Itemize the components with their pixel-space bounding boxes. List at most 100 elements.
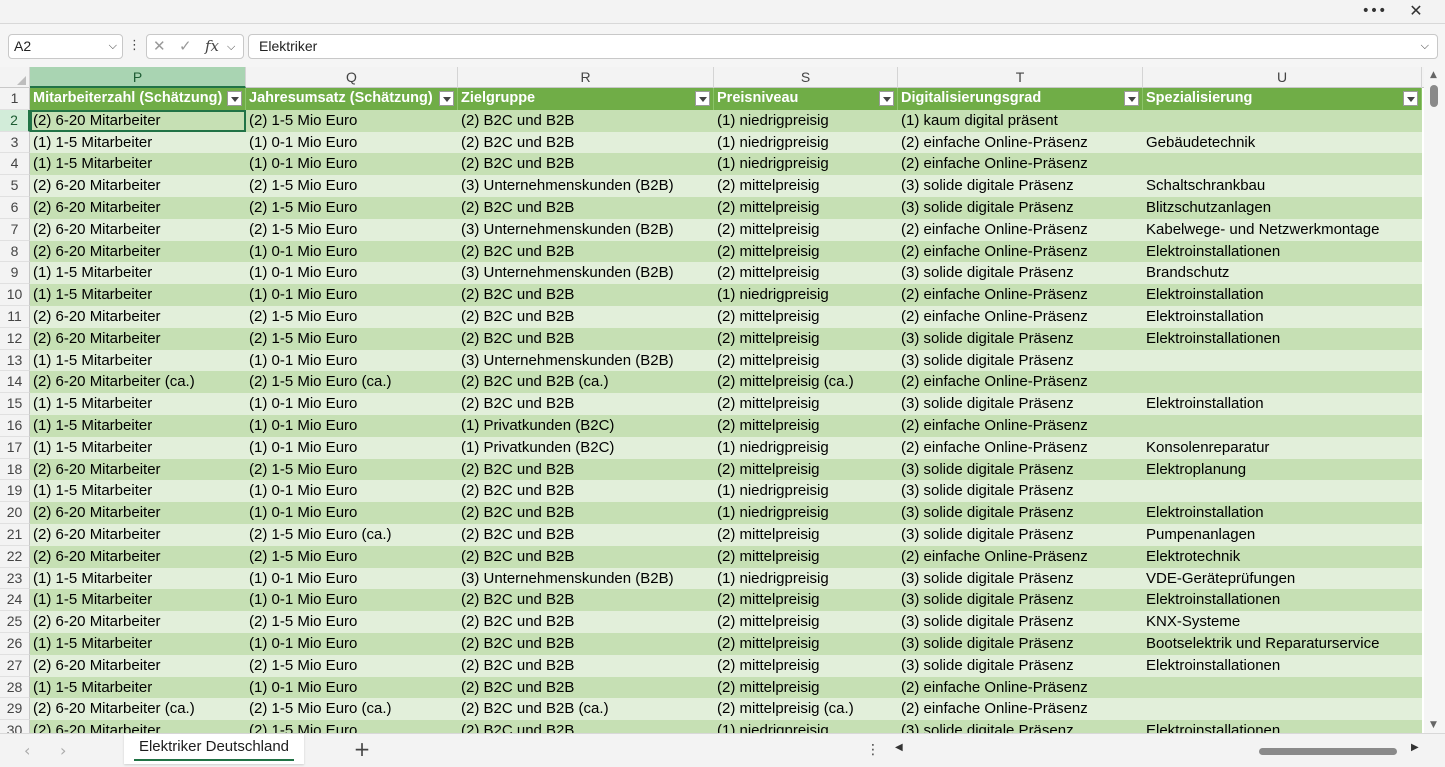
table-cell[interactable]: (1) niedrigpreisig: [714, 436, 898, 459]
table-cell[interactable]: (1) 0-1 Mio Euro: [246, 436, 458, 459]
table-cell[interactable]: (1) 0-1 Mio Euro: [246, 502, 458, 524]
horizontal-scrollbar[interactable]: ◀ ▶: [893, 742, 1423, 760]
table-cell[interactable]: Kabelwege- und Netzwerkmontage: [1143, 218, 1422, 241]
table-cell[interactable]: [1143, 109, 1422, 132]
table-cell[interactable]: (2) 1-5 Mio Euro (ca.): [246, 524, 458, 546]
worksheet-grid[interactable]: PQRSTU 1 Mitarbeiterzahl (Schätzung) Jahre…: [0, 67, 1424, 733]
table-cell[interactable]: (1) 1-5 Mitarbeiter: [30, 262, 246, 285]
table-cell[interactable]: (2) 1-5 Mio Euro: [246, 175, 458, 197]
table-cell[interactable]: (2) 1-5 Mio Euro: [246, 720, 458, 733]
table-cell[interactable]: (2) 6-20 Mitarbeiter: [30, 109, 246, 132]
row-number[interactable]: 27: [0, 654, 30, 677]
table-cell[interactable]: (2) einfache Online-Präsenz: [898, 698, 1143, 721]
row-number[interactable]: 19: [0, 480, 30, 503]
table-cell[interactable]: (1) 1-5 Mitarbeiter: [30, 349, 246, 372]
scroll-thumb[interactable]: [1259, 748, 1397, 755]
table-cell[interactable]: (2) mittelpreisig: [714, 349, 898, 372]
table-cell[interactable]: (3) solide digitale Präsenz: [898, 327, 1143, 350]
select-all-corner[interactable]: [0, 67, 30, 88]
table-cell[interactable]: (1) niedrigpreisig: [714, 284, 898, 306]
more-options-icon[interactable]: •••: [1356, 0, 1392, 24]
table-cell[interactable]: Elektroinstallationen: [1143, 589, 1422, 612]
table-cell[interactable]: (2) B2C und B2B: [458, 676, 714, 699]
table-cell[interactable]: (3) solide digitale Präsenz: [898, 262, 1143, 285]
table-cell[interactable]: (2) B2C und B2B: [458, 545, 714, 568]
table-cell[interactable]: Elektroinstallation: [1143, 393, 1422, 415]
table-cell[interactable]: (1) 1-5 Mitarbeiter: [30, 393, 246, 415]
table-cell[interactable]: [1143, 480, 1422, 503]
table-cell[interactable]: (2) 6-20 Mitarbeiter: [30, 218, 246, 241]
column-header-q[interactable]: Q: [246, 67, 458, 88]
row-number[interactable]: 13: [0, 349, 30, 372]
row-number[interactable]: 8: [0, 240, 30, 263]
table-cell[interactable]: (1) 1-5 Mitarbeiter: [30, 589, 246, 612]
row-number[interactable]: 5: [0, 175, 30, 197]
table-cell[interactable]: (2) 1-5 Mio Euro: [246, 109, 458, 132]
row-number[interactable]: 1: [0, 88, 30, 110]
table-cell[interactable]: (1) 1-5 Mitarbeiter: [30, 567, 246, 590]
column-header-p[interactable]: P: [30, 67, 246, 88]
filter-dropdown-icon[interactable]: [227, 91, 242, 106]
table-cell[interactable]: (2) 1-5 Mio Euro: [246, 218, 458, 241]
table-cell[interactable]: Elektrotechnik: [1143, 545, 1422, 568]
scroll-left-icon[interactable]: ◀: [895, 742, 903, 753]
table-cell[interactable]: (1) 1-5 Mitarbeiter: [30, 633, 246, 655]
table-cell[interactable]: (2) 6-20 Mitarbeiter: [30, 306, 246, 328]
row-number[interactable]: 25: [0, 611, 30, 633]
table-cell[interactable]: (1) 0-1 Mio Euro: [246, 676, 458, 699]
table-cell[interactable]: (2) mittelpreisig: [714, 306, 898, 328]
row-number[interactable]: 11: [0, 306, 30, 328]
table-cell[interactable]: (1) 0-1 Mio Euro: [246, 349, 458, 372]
table-cell[interactable]: (1) 1-5 Mitarbeiter: [30, 131, 246, 154]
row-number[interactable]: 28: [0, 676, 30, 699]
table-cell[interactable]: [1143, 349, 1422, 372]
table-cell[interactable]: (1) 0-1 Mio Euro: [246, 131, 458, 154]
table-cell[interactable]: [1143, 153, 1422, 176]
table-header-cell[interactable]: Zielgruppe: [458, 88, 714, 110]
table-cell[interactable]: (1) niedrigpreisig: [714, 131, 898, 154]
table-cell[interactable]: (1) niedrigpreisig: [714, 720, 898, 733]
table-cell[interactable]: Gebäudetechnik: [1143, 131, 1422, 154]
next-sheet-icon[interactable]: ›: [60, 741, 66, 760]
table-cell[interactable]: (2) 1-5 Mio Euro: [246, 458, 458, 481]
column-header-r[interactable]: R: [458, 67, 714, 88]
table-cell[interactable]: (1) niedrigpreisig: [714, 502, 898, 524]
filter-dropdown-icon[interactable]: [1403, 91, 1418, 106]
table-cell[interactable]: (2) 6-20 Mitarbeiter: [30, 175, 246, 197]
table-cell[interactable]: (2) B2C und B2B: [458, 393, 714, 415]
table-cell[interactable]: (2) mittelpreisig: [714, 327, 898, 350]
table-cell[interactable]: (3) solide digitale Präsenz: [898, 720, 1143, 733]
table-cell[interactable]: (2) B2C und B2B: [458, 611, 714, 633]
row-number[interactable]: 6: [0, 197, 30, 219]
table-cell[interactable]: (3) solide digitale Präsenz: [898, 393, 1143, 415]
table-cell[interactable]: Elektroinstallation: [1143, 502, 1422, 524]
table-cell[interactable]: (2) mittelpreisig: [714, 633, 898, 655]
table-cell[interactable]: (1) 0-1 Mio Euro: [246, 240, 458, 263]
table-cell[interactable]: (2) 6-20 Mitarbeiter: [30, 240, 246, 263]
row-number[interactable]: 30: [0, 720, 30, 733]
table-cell[interactable]: (3) Unternehmenskunden (B2B): [458, 175, 714, 197]
table-cell[interactable]: (3) Unternehmenskunden (B2B): [458, 349, 714, 372]
table-cell[interactable]: (2) B2C und B2B: [458, 480, 714, 503]
row-number[interactable]: 24: [0, 589, 30, 612]
table-cell[interactable]: (2) B2C und B2B (ca.): [458, 371, 714, 394]
table-cell[interactable]: (1) 0-1 Mio Euro: [246, 153, 458, 176]
table-cell[interactable]: Pumpenanlagen: [1143, 524, 1422, 546]
table-cell[interactable]: (2) B2C und B2B: [458, 327, 714, 350]
table-cell[interactable]: (1) 1-5 Mitarbeiter: [30, 436, 246, 459]
row-number[interactable]: 26: [0, 633, 30, 655]
table-cell[interactable]: (1) niedrigpreisig: [714, 567, 898, 590]
table-cell[interactable]: (2) B2C und B2B: [458, 458, 714, 481]
table-cell[interactable]: (2) einfache Online-Präsenz: [898, 306, 1143, 328]
table-cell[interactable]: (2) mittelpreisig: [714, 458, 898, 481]
row-number[interactable]: 4: [0, 153, 30, 176]
table-cell[interactable]: (2) B2C und B2B: [458, 197, 714, 219]
table-header-cell[interactable]: Digitalisierungsgrad: [898, 88, 1143, 110]
filter-dropdown-icon[interactable]: [879, 91, 894, 106]
add-sheet-icon[interactable]: +: [352, 738, 372, 762]
table-cell[interactable]: (2) 6-20 Mitarbeiter (ca.): [30, 698, 246, 721]
table-cell[interactable]: (2) mittelpreisig: [714, 218, 898, 241]
row-number[interactable]: 2: [0, 109, 30, 132]
table-cell[interactable]: (2) einfache Online-Präsenz: [898, 153, 1143, 176]
table-cell[interactable]: (2) 6-20 Mitarbeiter: [30, 327, 246, 350]
